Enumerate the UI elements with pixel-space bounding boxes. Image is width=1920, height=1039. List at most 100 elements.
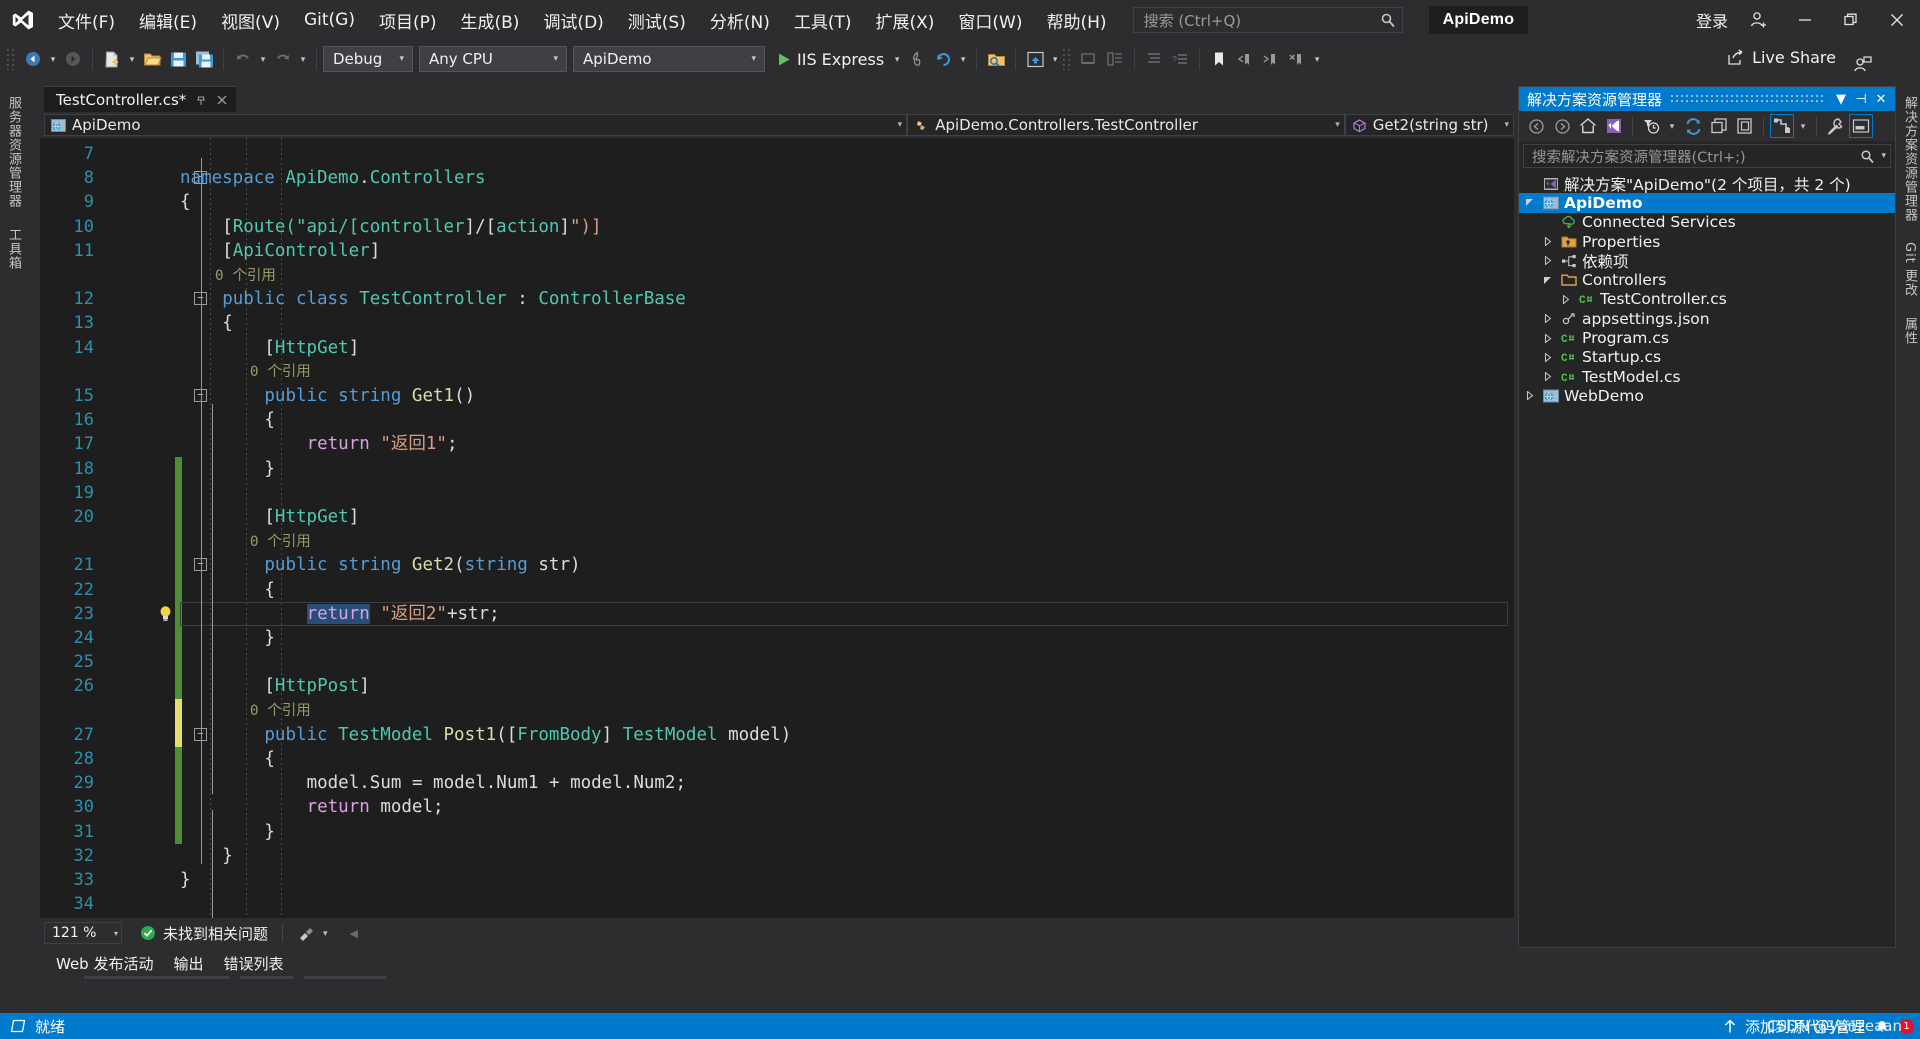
menu-project[interactable]: 项目(P) <box>367 0 449 40</box>
add-to-source-control-label[interactable]: 添加到源代码管理 <box>1745 1016 1865 1037</box>
tree-item-startup-cs[interactable]: C Startup.cs <box>1519 348 1895 367</box>
home-icon[interactable] <box>1576 114 1600 138</box>
restart-dropdown-icon[interactable]: ▾ <box>956 45 970 73</box>
lightbulb-icon[interactable] <box>158 605 176 623</box>
twisty-expanded-icon[interactable] <box>1543 276 1559 285</box>
scroll-left-icon[interactable]: ◀ <box>336 927 358 940</box>
hot-reload-icon[interactable] <box>904 45 930 73</box>
code-line[interactable]: 34 <box>40 892 1514 916</box>
twisty-collapsed-icon[interactable] <box>1543 314 1559 324</box>
code-line[interactable]: 20 [HttpGet] <box>40 505 1514 530</box>
code-line[interactable]: 13 { <box>40 311 1514 335</box>
restore-button[interactable] <box>1828 0 1874 40</box>
code-line[interactable]: 16 { <box>40 408 1514 432</box>
code-line[interactable]: 25 <box>40 650 1514 675</box>
twisty-collapsed-icon[interactable] <box>1543 372 1559 382</box>
tree-item-apidemo[interactable]: ApiDemo <box>1519 193 1895 213</box>
code-line[interactable]: 11 [ApiController] <box>40 239 1514 263</box>
toolbar-grip[interactable] <box>1062 48 1073 70</box>
uncomment-selection-icon[interactable]: ? <box>1167 45 1193 73</box>
pin-icon[interactable] <box>195 94 207 106</box>
code-line[interactable]: 26 [HttpPost] <box>40 674 1514 699</box>
tree-item-properties[interactable]: Properties <box>1519 232 1895 251</box>
twisty-collapsed-icon[interactable] <box>1543 352 1559 362</box>
tab-error-list[interactable]: 错误列表 <box>214 950 294 977</box>
bell-icon[interactable] <box>1873 1017 1891 1035</box>
startup-project-combo[interactable]: ApiDemo ▾ <box>573 46 765 72</box>
navigate-backward-icon[interactable] <box>20 45 46 73</box>
undo-dropdown-icon[interactable]: ▾ <box>256 45 270 73</box>
run-target-dropdown-icon[interactable]: ▾ <box>890 45 904 73</box>
tree-item-webdemo[interactable]: WebDemo <box>1519 386 1895 405</box>
menu-extensions[interactable]: 扩展(X) <box>864 0 947 40</box>
code-line[interactable]: 12− public class TestController : Contro… <box>40 287 1514 311</box>
redo-icon[interactable] <box>270 45 296 73</box>
save-all-icon[interactable] <box>191 45 217 73</box>
tree-item-testcontroller-cs[interactable]: C TestController.cs <box>1519 290 1895 309</box>
comment-selection-icon[interactable] <box>1141 45 1167 73</box>
comment-block-icon[interactable] <box>1102 45 1128 73</box>
refresh-icon[interactable] <box>1681 114 1705 138</box>
pending-changes-filter-icon[interactable] <box>1639 114 1663 138</box>
designer-dropdown-icon[interactable]: ▾ <box>1048 45 1062 73</box>
code-line[interactable]: 27− public TestModel Post1([FromBody] Te… <box>40 722 1514 747</box>
code-line[interactable]: 0 个引用 <box>40 263 1514 287</box>
panel-menu-icon[interactable]: ▼ <box>1831 92 1851 107</box>
panel-close-icon[interactable]: ✕ <box>1871 92 1891 107</box>
menu-tools[interactable]: 工具(T) <box>782 0 864 40</box>
solution-explorer-search-input[interactable]: 搜索解决方案资源管理器(Ctrl+;) ▾ <box>1523 144 1891 168</box>
new-project-icon[interactable] <box>99 45 125 73</box>
configuration-combo[interactable]: Debug ▾ <box>323 46 413 72</box>
sync-with-active-document-icon[interactable] <box>1602 114 1626 138</box>
navigate-forward-icon[interactable] <box>60 45 86 73</box>
code-line[interactable]: 0 个引用 <box>40 529 1514 554</box>
code-line[interactable]: 23 return "返回2"+str; <box>40 601 1514 626</box>
view-code-icon[interactable] <box>1770 114 1794 138</box>
document-tab-testcontroller[interactable]: TestController.cs* <box>44 86 237 112</box>
menu-window[interactable]: 窗口(W) <box>946 0 1034 40</box>
menu-help[interactable]: 帮助(H) <box>1035 0 1119 40</box>
code-line[interactable]: 21− public string Get2(string str) <box>40 553 1514 578</box>
quick-launch-search[interactable]: 搜索 (Ctrl+Q) <box>1132 7 1403 33</box>
undo-icon[interactable] <box>230 45 256 73</box>
clear-bookmarks-icon[interactable] <box>1284 45 1310 73</box>
sign-in-label[interactable]: 登录 <box>1696 8 1728 32</box>
menu-edit[interactable]: 编辑(E) <box>127 0 209 40</box>
menu-file[interactable]: 文件(F) <box>46 0 127 40</box>
code-line[interactable]: 9{ <box>40 190 1514 214</box>
tree-item-testmodel-cs[interactable]: C TestModel.cs <box>1519 367 1895 386</box>
code-editor[interactable]: 78−namespace ApiDemo.Controllers9{10 [Ro… <box>40 138 1514 918</box>
preview-selected-items-icon[interactable] <box>1849 114 1873 138</box>
filter-dropdown-icon[interactable]: ▾ <box>1665 114 1679 138</box>
solution-explorer-tree[interactable]: 解决方案"ApiDemo"(2 个项目，共 2 个) ApiDemo Connect… <box>1519 171 1895 406</box>
code-line[interactable]: 19 <box>40 480 1514 505</box>
properties-icon[interactable] <box>1823 114 1847 138</box>
close-button[interactable] <box>1874 0 1920 40</box>
live-share-account-icon[interactable] <box>1840 45 1886 85</box>
collapse-all-icon[interactable] <box>1707 114 1731 138</box>
tree-item-connected-services[interactable]: Connected Services <box>1519 213 1895 232</box>
twisty-collapsed-icon[interactable] <box>1543 256 1559 266</box>
menu-view[interactable]: 视图(V) <box>209 0 292 40</box>
code-line[interactable]: 31 } <box>40 819 1514 844</box>
toolbar-grip[interactable] <box>6 48 16 70</box>
twisty-collapsed-icon[interactable] <box>1543 333 1559 343</box>
code-line[interactable]: 32 } <box>40 844 1514 868</box>
platform-combo[interactable]: Any CPU ▾ <box>419 46 567 72</box>
show-all-files-icon[interactable] <box>1733 114 1757 138</box>
start-debugging-button[interactable]: IIS Express <box>771 45 890 73</box>
code-line[interactable]: 8−namespace ApiDemo.Controllers <box>40 166 1514 190</box>
code-line[interactable]: 29 model.Sum = model.Num1 + model.Num2; <box>40 771 1514 796</box>
back-arrow-icon[interactable] <box>1524 114 1548 138</box>
zoom-level-combo[interactable]: 121 % ▾ <box>44 922 122 944</box>
menu-test[interactable]: 测试(S) <box>616 0 698 40</box>
code-cleanup-dropdown-icon[interactable]: ▾ <box>315 928 336 939</box>
rail-tab-toolbox[interactable]: 工具箱 <box>0 218 27 280</box>
toggle-bookmark-icon[interactable] <box>1206 45 1232 73</box>
twisty-collapsed-icon[interactable] <box>1561 294 1577 304</box>
view-dropdown-icon[interactable]: ▾ <box>1796 114 1810 138</box>
code-line[interactable]: 33} <box>40 868 1514 892</box>
code-line[interactable]: 18 } <box>40 456 1514 481</box>
panel-drag-grip[interactable] <box>1670 94 1823 104</box>
code-line[interactable]: 14 [HttpGet] <box>40 336 1514 360</box>
